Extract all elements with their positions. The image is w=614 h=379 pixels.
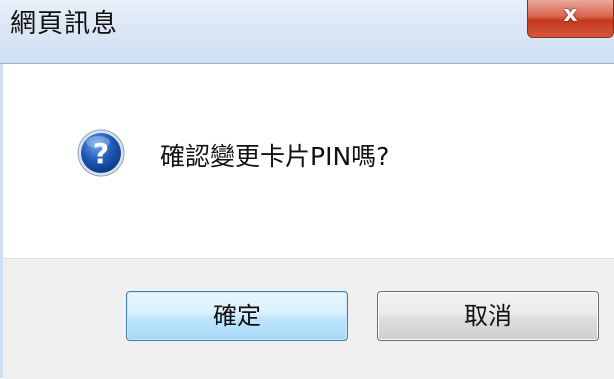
- svg-text:?: ?: [93, 137, 109, 170]
- cancel-button[interactable]: 取消: [377, 291, 599, 341]
- message-dialog: 網頁訊息 x ? 確認變更卡片PIN嗎? 確定 取消: [0, 0, 614, 379]
- window-title: 網頁訊息: [10, 9, 119, 39]
- question-icon: ?: [77, 129, 125, 177]
- close-button[interactable]: x: [527, 0, 614, 38]
- title-bar[interactable]: 網頁訊息 x: [0, 0, 614, 64]
- dialog-message: 確認變更卡片PIN嗎?: [160, 142, 390, 171]
- close-icon: x: [563, 2, 578, 27]
- ok-button[interactable]: 確定: [126, 291, 348, 341]
